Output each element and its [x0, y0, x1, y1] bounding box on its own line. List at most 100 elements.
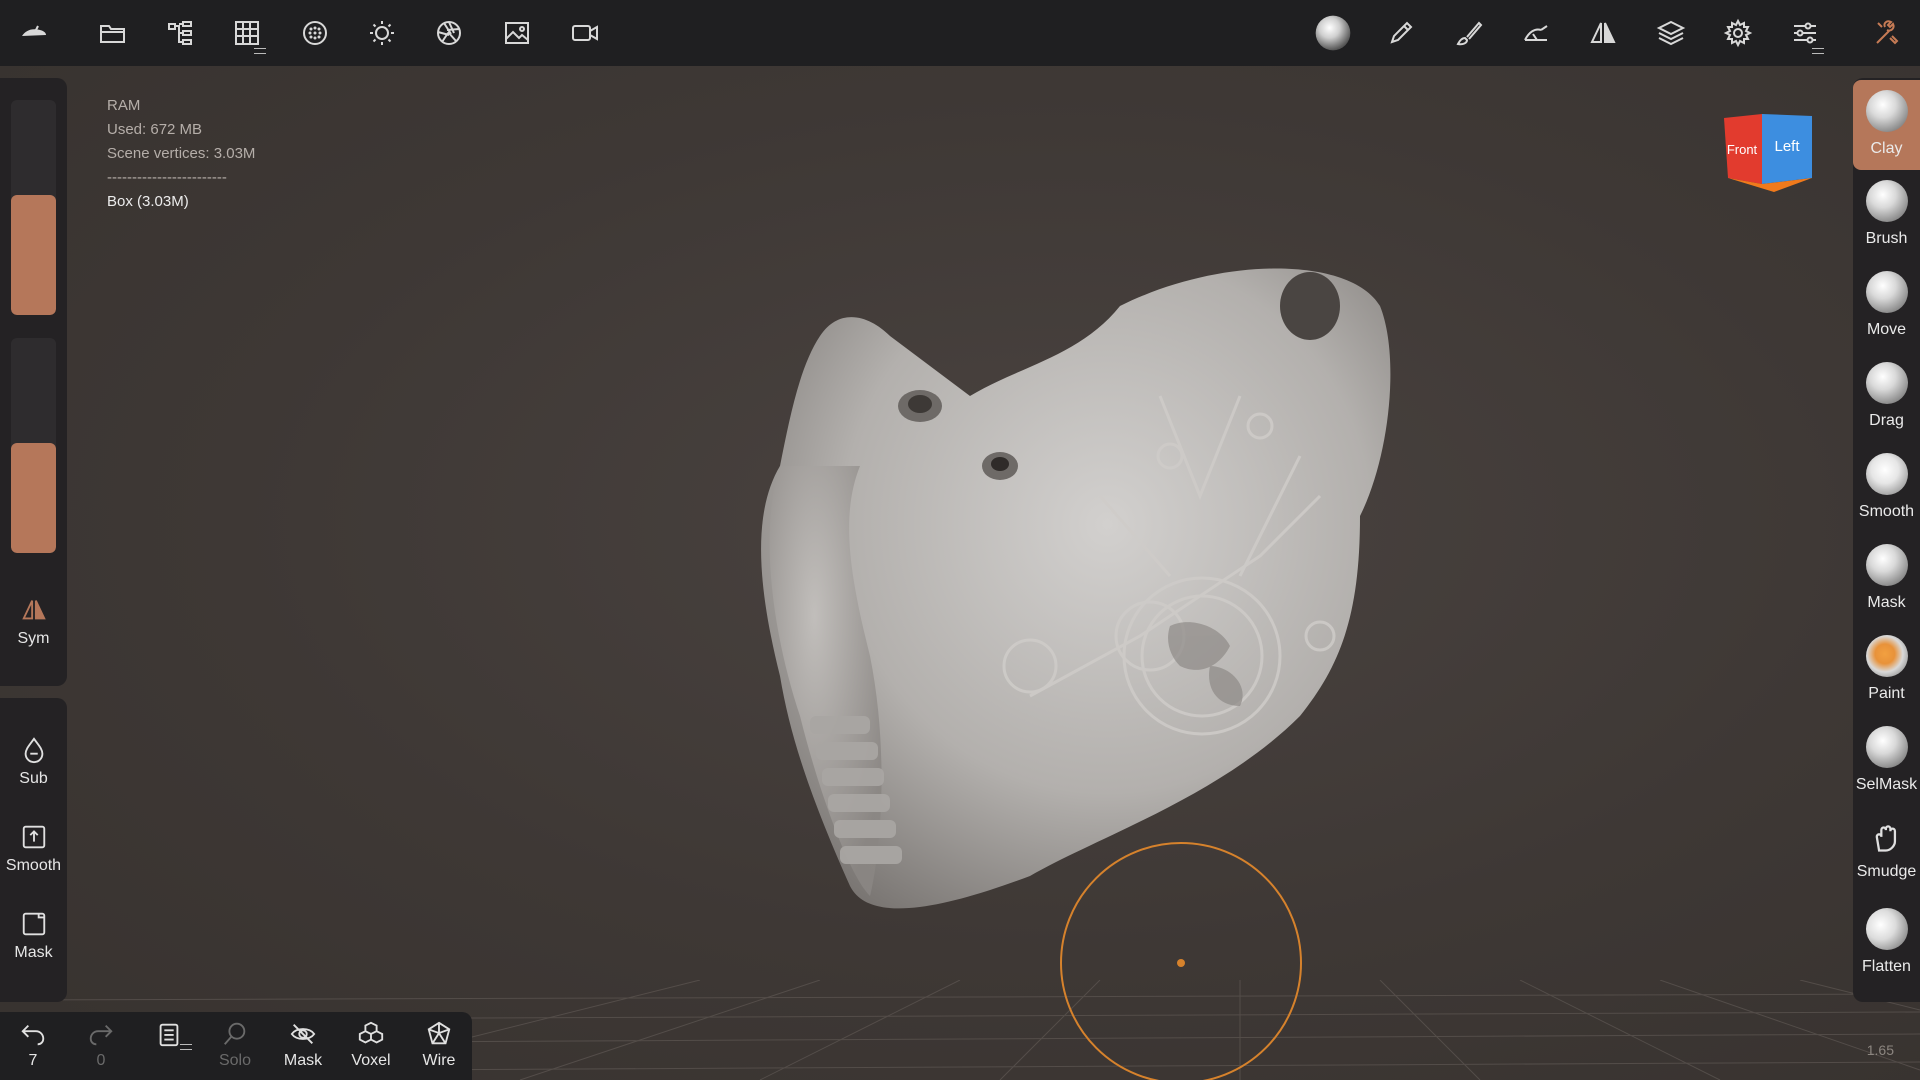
- mask-visibility-label: Mask: [283, 1052, 323, 1069]
- search-icon: [224, 1022, 246, 1045]
- tools-icon[interactable]: [1862, 8, 1912, 58]
- stroke-icon[interactable]: [1511, 8, 1561, 58]
- smooth-box-icon: [22, 825, 45, 849]
- solo-button[interactable]: Solo: [202, 1020, 268, 1070]
- submenu-indicator-icon: [1812, 48, 1824, 54]
- brush-intensity-slider[interactable]: [11, 338, 56, 553]
- mask-box-icon: [22, 912, 45, 936]
- symmetry-icon: [21, 600, 46, 620]
- tool-flatten[interactable]: Flatten: [1853, 898, 1920, 988]
- brush-icon[interactable]: [1444, 8, 1494, 58]
- paint-sphere-icon: [1865, 635, 1908, 677]
- tool-brush-label: Brush: [1865, 230, 1908, 247]
- left-slider-panel: Sym: [0, 78, 67, 686]
- voxel-button[interactable]: Voxel: [338, 1020, 404, 1070]
- tool-clay-label: Clay: [1870, 140, 1903, 157]
- droplet-minus-icon: [24, 737, 43, 763]
- view-cube[interactable]: Front Left: [1722, 112, 1814, 194]
- smooth-modifier-button[interactable]: Smooth: [0, 823, 67, 875]
- layers-icon[interactable]: [1646, 8, 1696, 58]
- folder-icon[interactable]: [88, 8, 138, 58]
- move-sphere-icon: [1865, 271, 1908, 313]
- mask-modifier-label: Mask: [14, 944, 53, 961]
- smudge-finger-icon: [1875, 825, 1896, 852]
- sun-icon[interactable]: [357, 8, 407, 58]
- brush-radius-slider[interactable]: [11, 100, 56, 315]
- selected-object: Box (3.03M): [107, 193, 189, 210]
- tool-smooth-label: Smooth: [1858, 503, 1915, 520]
- tool-smooth[interactable]: Smooth: [1853, 443, 1920, 533]
- smooth-sphere-icon: [1865, 453, 1908, 495]
- submenu-indicator-icon: [180, 1044, 192, 1050]
- redo-icon: [89, 1024, 113, 1046]
- voxel-label: Voxel: [351, 1052, 391, 1069]
- flatten-sphere-icon: [1865, 908, 1908, 950]
- dots-globe-icon[interactable]: [290, 8, 340, 58]
- undo-count: 7: [28, 1052, 38, 1069]
- view-cube-left-label: Left: [1774, 138, 1800, 155]
- pencil-icon[interactable]: [1376, 8, 1426, 58]
- file-stack-icon: [159, 1023, 179, 1047]
- scene-tree-icon[interactable]: [155, 8, 205, 58]
- smooth-modifier-label: Smooth: [5, 857, 62, 874]
- tool-move[interactable]: Move: [1853, 261, 1920, 351]
- undo-button[interactable]: 7: [0, 1020, 66, 1070]
- tool-brush[interactable]: Brush: [1853, 170, 1920, 260]
- wire-label: Wire: [422, 1052, 456, 1069]
- gear-icon[interactable]: [1713, 8, 1763, 58]
- sub-label: Sub: [19, 770, 48, 787]
- bottom-toolbar: 7 0 Solo Mask Voxel Wire: [0, 1012, 472, 1080]
- wireframe-icon: [427, 1021, 451, 1045]
- solo-label: Solo: [218, 1052, 252, 1069]
- tool-clay[interactable]: Clay: [1853, 80, 1920, 170]
- view-cube-front-label: Front: [1727, 142, 1758, 157]
- drag-sphere-icon: [1865, 362, 1908, 404]
- ram-used: Used: 672 MB: [107, 121, 203, 138]
- sculpt-tools-panel: Clay Brush Move Drag Smooth Mask Paint S…: [1853, 78, 1920, 1002]
- brush-radius-fill: [11, 194, 56, 315]
- tool-smudge-label: Smudge: [1856, 863, 1917, 880]
- ram-label: RAM: [107, 97, 141, 114]
- logo-icon[interactable]: [8, 8, 58, 58]
- brush-sphere-icon: [1865, 180, 1908, 222]
- tool-smudge[interactable]: Smudge: [1853, 807, 1920, 897]
- tool-mask-label: Mask: [1867, 594, 1906, 611]
- wire-button[interactable]: Wire: [406, 1020, 472, 1070]
- symmetry-icon[interactable]: [1578, 8, 1628, 58]
- sliders-icon[interactable]: [1780, 8, 1830, 58]
- image-icon[interactable]: [492, 8, 542, 58]
- selmask-sphere-icon: [1865, 726, 1908, 768]
- mask-sphere-icon: [1865, 544, 1908, 586]
- tool-selmask-label: SelMask: [1855, 776, 1918, 793]
- material-sphere-icon[interactable]: [1308, 8, 1358, 58]
- tool-drag[interactable]: Drag: [1853, 352, 1920, 442]
- clay-sphere-icon: [1865, 90, 1908, 132]
- scene-vertices: Scene vertices: 3.03M: [107, 145, 256, 162]
- mask-modifier-button[interactable]: Mask: [0, 910, 67, 962]
- 3d-viewport[interactable]: [0, 66, 1920, 1080]
- aperture-icon[interactable]: [424, 8, 474, 58]
- redo-count: 0: [96, 1052, 106, 1069]
- brush-intensity-fill: [11, 443, 56, 553]
- info-separator: ------------------------: [107, 169, 227, 186]
- scene-info-overlay: RAM Used: 672 MB Scene vertices: 3.03M -…: [107, 94, 255, 214]
- top-toolbar: [0, 0, 1920, 66]
- sym-button[interactable]: Sym: [0, 596, 67, 648]
- redo-button[interactable]: 0: [68, 1020, 134, 1070]
- sub-button[interactable]: Sub: [0, 736, 67, 788]
- tool-selmask[interactable]: SelMask: [1853, 716, 1920, 806]
- mask-visibility-button[interactable]: Mask: [270, 1020, 336, 1070]
- sculpt-model[interactable]: [700, 196, 1400, 916]
- tool-paint[interactable]: Paint: [1853, 625, 1920, 715]
- camera-icon[interactable]: [560, 8, 610, 58]
- submenu-indicator-icon: [254, 48, 266, 54]
- tool-flatten-label: Flatten: [1862, 958, 1911, 975]
- eye-slash-icon: [290, 1024, 316, 1044]
- tool-paint-label: Paint: [1868, 685, 1905, 702]
- grid-icon[interactable]: [222, 8, 272, 58]
- scene-list-button[interactable]: [136, 1020, 202, 1050]
- zoom-readout: 1.65: [1866, 1042, 1894, 1058]
- voxel-cubes-icon: [358, 1021, 384, 1044]
- sym-label: Sym: [17, 630, 50, 647]
- tool-mask[interactable]: Mask: [1853, 534, 1920, 624]
